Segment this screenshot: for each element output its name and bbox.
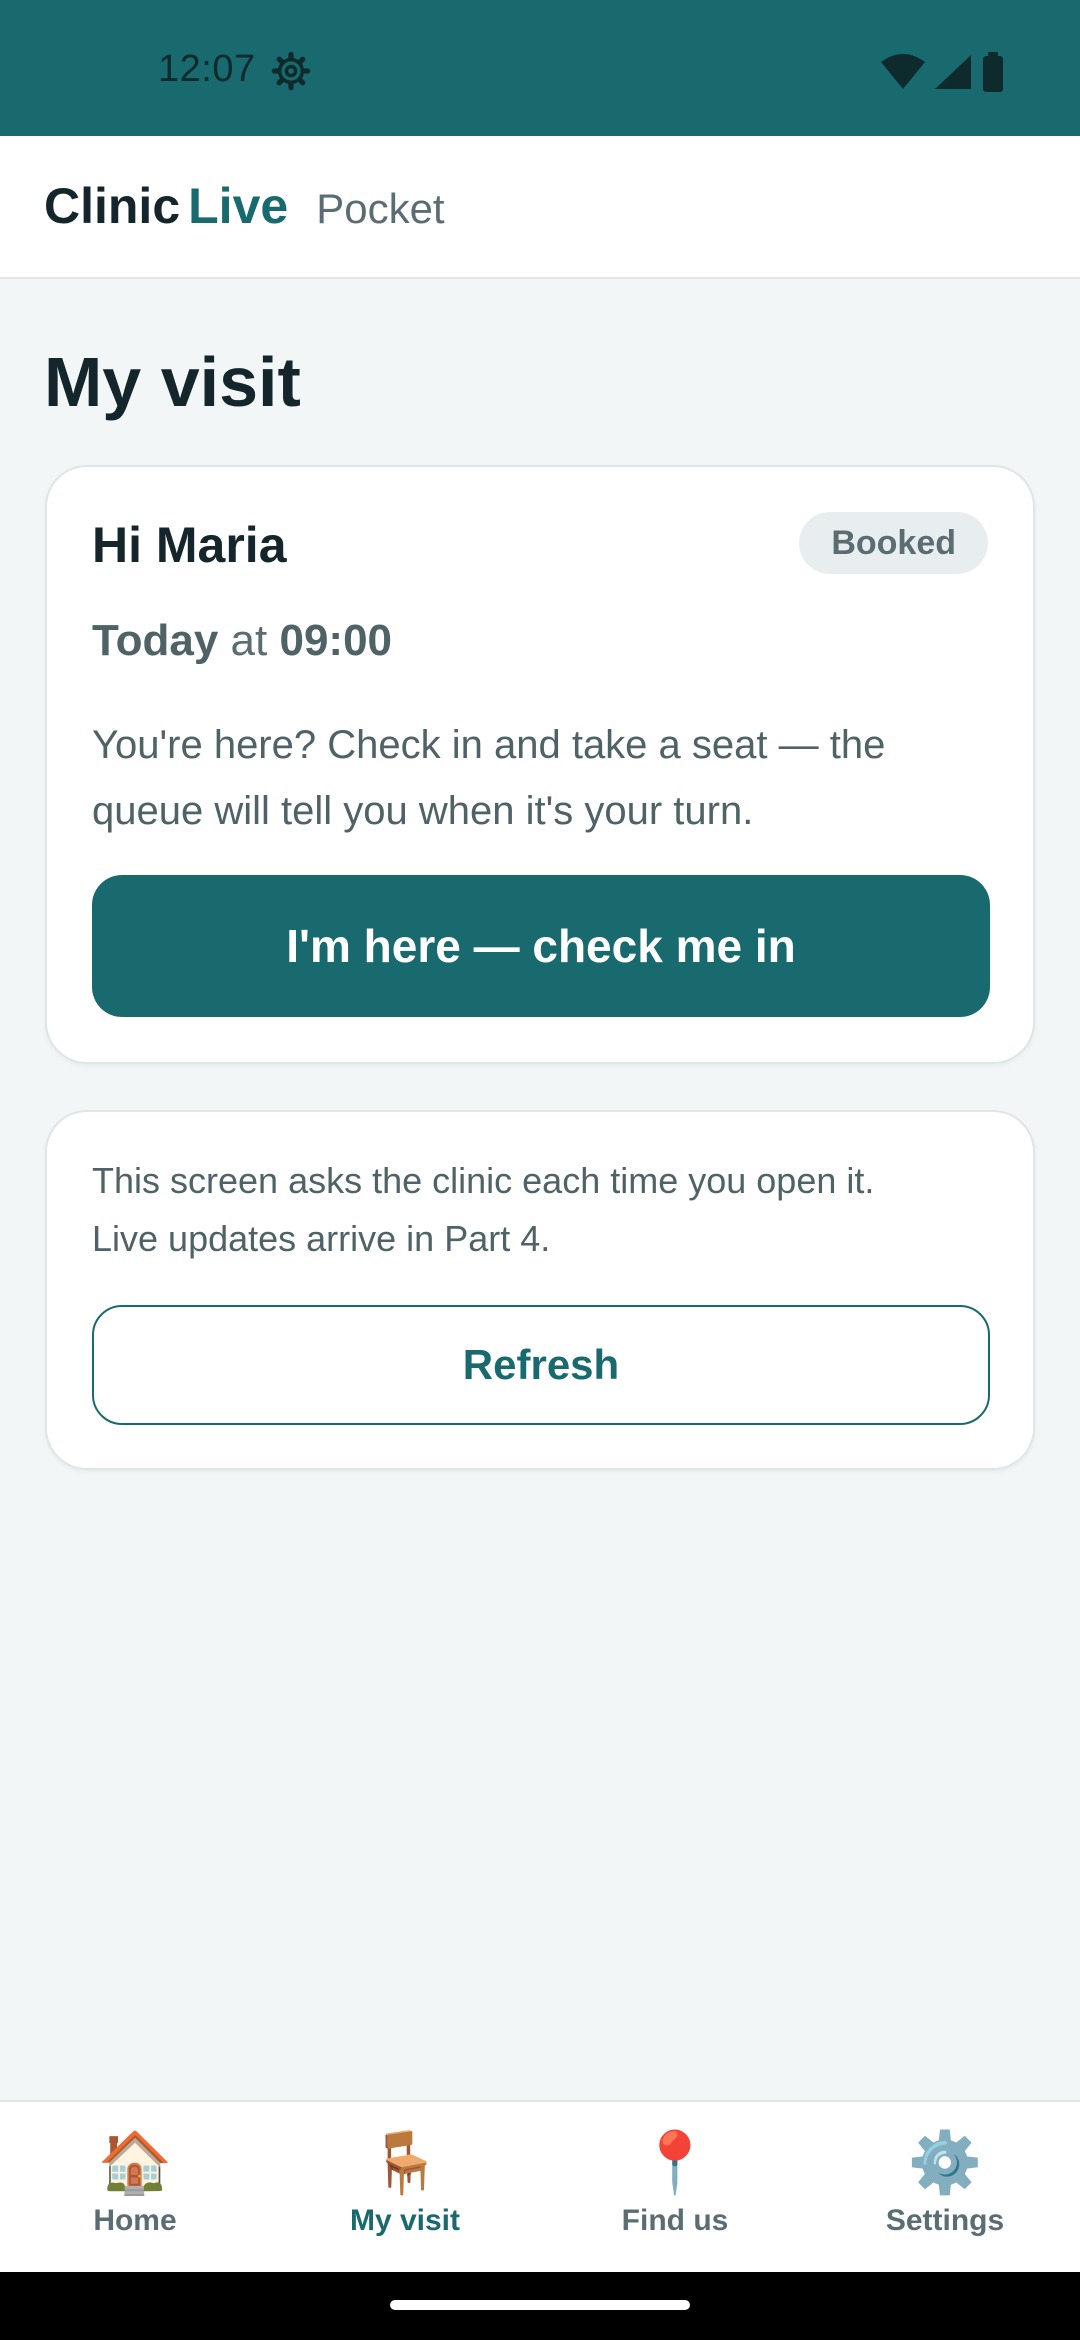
nav-item-find-us[interactable]: 📍 Find us [540, 2102, 810, 2272]
brand-logo: Clinic Live Pocket [44, 176, 445, 236]
status-badge: Booked [799, 512, 988, 574]
nav-item-my-visit[interactable]: 🪑 My visit [270, 2102, 540, 2272]
chair-icon: 🪑 [367, 2129, 443, 2196]
brand-suffix: Pocket [316, 185, 445, 232]
nav-label-home: Home [93, 2204, 177, 2237]
map-pin-icon: 📍 [637, 2129, 713, 2196]
visit-card: Hi Maria Booked Today at 09:00 You're he… [45, 465, 1035, 1064]
info-text: This screen asks the clinic each time yo… [92, 1152, 1002, 1268]
nav-label-find-us: Find us [621, 2204, 729, 2237]
nav-item-home[interactable]: 🏠 Home [0, 2102, 270, 2272]
info-line-2: Live updates arrive in Part 4. [92, 1218, 551, 1259]
status-icons [880, 52, 1006, 92]
appointment-time: Today at 09:00 [92, 615, 392, 668]
app-header: Clinic Live Pocket [0, 136, 1080, 279]
bottom-nav: 🏠 Home 🪑 My visit 📍 Find us ⚙️ Settings [0, 2100, 1080, 2272]
battery-icon [983, 52, 1003, 92]
check-in-button[interactable]: I'm here — check me in [92, 875, 990, 1017]
nav-item-settings[interactable]: ⚙️ Settings [810, 2102, 1080, 2272]
appointment-clock: 09:00 [279, 616, 393, 665]
wifi-icon [881, 54, 925, 89]
status-time: 12:07 [158, 48, 256, 90]
nav-label-my-visit: My visit [349, 2204, 461, 2237]
system-gesture-bar [0, 2272, 1080, 2340]
settings-gear-icon [271, 51, 311, 91]
info-card: This screen asks the clinic each time yo… [45, 1110, 1035, 1470]
cellular-signal-icon [935, 55, 971, 89]
page-title: My visit [44, 343, 301, 421]
appointment-day: Today [92, 616, 219, 665]
gear-icon: ⚙️ [907, 2129, 983, 2196]
brand-live-text: Live [188, 178, 289, 234]
house-icon: 🏠 [97, 2129, 173, 2196]
brand-clinic-text: Clinic [44, 178, 181, 234]
info-line-1: This screen asks the clinic each time yo… [92, 1160, 875, 1201]
visit-message: You're here? Check in and take a seat — … [92, 723, 886, 833]
refresh-button[interactable]: Refresh [92, 1305, 990, 1425]
nav-label-settings: Settings [885, 2204, 1005, 2237]
status-bar: 12:07 [0, 0, 1080, 136]
home-gesture-handle[interactable] [390, 2300, 690, 2310]
appointment-at: at [230, 616, 268, 665]
greeting: Hi Maria [92, 517, 287, 573]
